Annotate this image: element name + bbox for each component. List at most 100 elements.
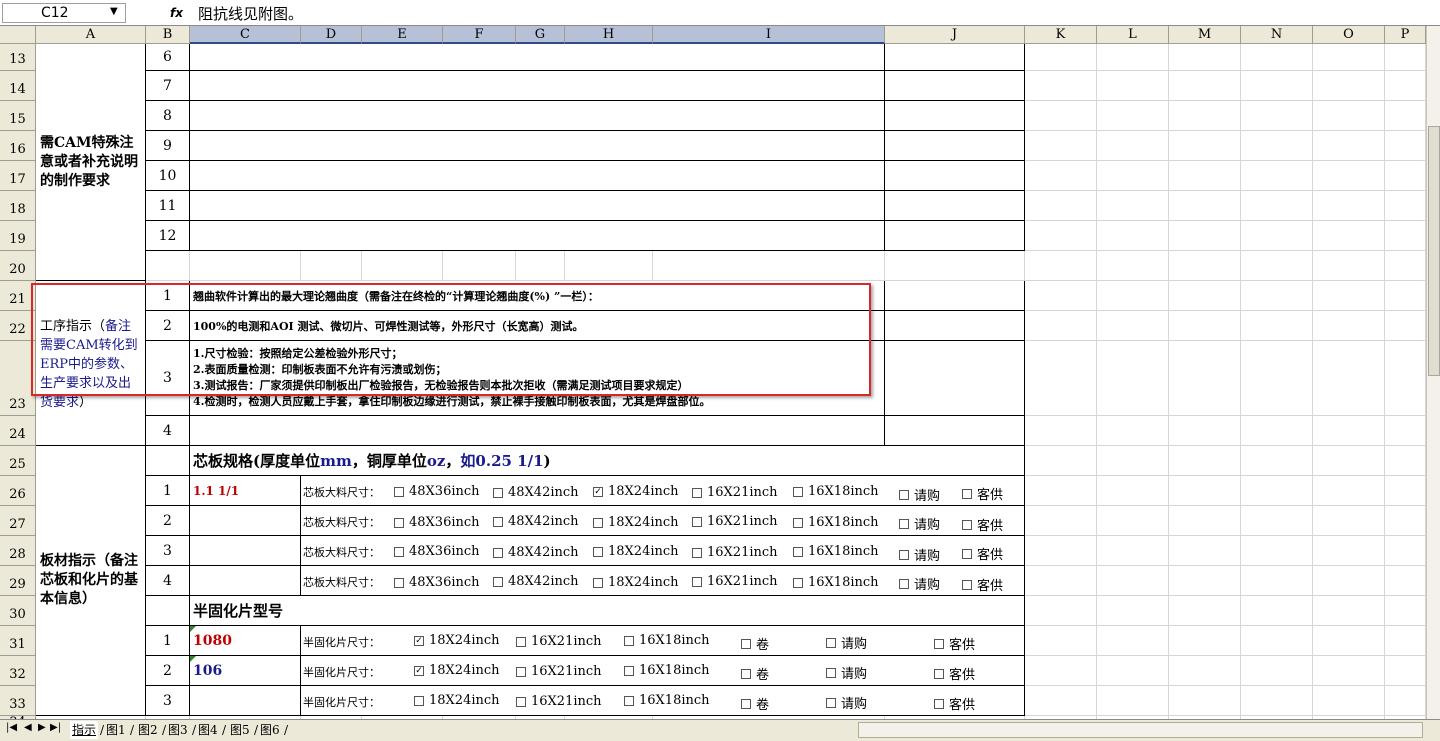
prepreg-size-option[interactable]: 16X18inch: [624, 693, 710, 708]
prepreg-size-option[interactable]: 16X18inch: [624, 663, 710, 678]
column-header-n[interactable]: N: [1241, 26, 1313, 44]
checkbox[interactable]: [493, 516, 503, 527]
checkbox[interactable]: [394, 486, 404, 497]
requirement-input-cell[interactable]: [190, 191, 885, 221]
core-size-option[interactable]: 16X21inch: [692, 514, 778, 529]
core-size-option[interactable]: 16X21inch: [692, 545, 778, 560]
instruction-text-cell[interactable]: 1.尺寸检验：按照给定公差检验外形尺寸； 2.表面质量检测：印制板表面不允许有污渍…: [190, 341, 885, 416]
core-spec-value[interactable]: [190, 536, 301, 566]
core-spec-header[interactable]: 芯板规格(厚度单位 mm ，铜厚单位 oz，如0.25 1/1): [190, 446, 1025, 476]
checkbox[interactable]: [692, 576, 702, 587]
column-header-k[interactable]: K: [1025, 26, 1097, 44]
empty-cell[interactable]: [146, 596, 190, 626]
section-label-process-instructions[interactable]: 工序指示（备注需要CAM转化到ERP中的参数、生产要求以及出货要求）: [36, 281, 146, 446]
core-size-option[interactable]: 客供: [962, 515, 1003, 534]
remark-cell[interactable]: [885, 131, 1025, 161]
prepreg-size-option[interactable]: 卷: [741, 694, 769, 713]
core-size-option[interactable]: 客供: [962, 484, 1003, 503]
checkbox[interactable]: [962, 519, 972, 530]
column-header-f[interactable]: F: [443, 26, 516, 44]
checkbox[interactable]: [793, 577, 803, 588]
spreadsheet-grid[interactable]: A B C D E F G H I J K L M N O P 13 14 15 16 17 18 19 20 21 22 23 24…: [0, 26, 1426, 719]
core-size-options[interactable]: 芯板大料尺寸： 48X36inch 48X42inch 18X24inch 16X21i…: [301, 566, 1025, 596]
checkbox[interactable]: [793, 517, 803, 528]
prepreg-size-option[interactable]: 卷: [741, 664, 769, 683]
row-header-25[interactable]: 25: [0, 446, 36, 476]
prepreg-size-option[interactable]: 请购: [826, 663, 867, 682]
section-label-cam-requirements[interactable]: 需CAM特殊注意或者补充说明的制作要求: [36, 44, 146, 281]
checkbox[interactable]: [826, 667, 836, 678]
prepreg-type-value[interactable]: 106: [190, 656, 301, 686]
item-number[interactable]: 10: [146, 161, 190, 191]
sheet-tab-0[interactable]: 指示: [70, 721, 99, 739]
prepreg-size-option[interactable]: ✓ 18X24inch: [414, 663, 500, 678]
core-size-options[interactable]: 芯板大料尺寸： 48X36inch 48X42inch ✓ 18X24inch 16X21…: [301, 476, 1025, 506]
core-size-option[interactable]: 16X21inch: [692, 485, 778, 500]
prepreg-size-option[interactable]: 请购: [826, 693, 867, 712]
core-size-option[interactable]: 48X36inch: [394, 515, 480, 530]
remark-cell[interactable]: [885, 191, 1025, 221]
row-header-21[interactable]: 21: [0, 281, 36, 311]
row-header-30[interactable]: 30: [0, 596, 36, 626]
checkbox[interactable]: [624, 635, 634, 646]
item-number[interactable]: 3: [146, 686, 190, 716]
row-header-19[interactable]: 19: [0, 221, 36, 251]
empty-cell[interactable]: [146, 446, 190, 476]
sheet-tab-4[interactable]: 图4: [196, 721, 220, 739]
last-sheet-icon[interactable]: ▶|: [50, 722, 61, 733]
checkbox[interactable]: [741, 698, 751, 709]
column-header-p[interactable]: P: [1385, 26, 1426, 44]
checkbox[interactable]: [793, 546, 803, 557]
core-size-option[interactable]: 48X42inch: [493, 514, 579, 529]
sheet-tab-5[interactable]: 图5: [228, 721, 252, 739]
remark-cell[interactable]: [885, 281, 1025, 311]
core-size-option[interactable]: 16X18inch: [793, 575, 879, 590]
item-number[interactable]: 1: [146, 626, 190, 656]
item-number[interactable]: 4: [146, 416, 190, 446]
checkbox[interactable]: ✓: [414, 665, 424, 676]
checkbox[interactable]: [394, 546, 404, 557]
remark-cell[interactable]: [885, 311, 1025, 341]
requirement-input-cell[interactable]: [190, 131, 885, 161]
instruction-text-cell[interactable]: 翘曲软件计算出的最大理论翘曲度（需备注在终检的“计算理论翘曲度(%) ”一栏）：: [190, 281, 885, 311]
checkbox[interactable]: [962, 548, 972, 559]
core-size-option[interactable]: 48X42inch: [493, 485, 579, 500]
column-header-j[interactable]: J: [885, 26, 1025, 44]
checkbox[interactable]: [962, 579, 972, 590]
column-header-o[interactable]: O: [1313, 26, 1385, 44]
checkbox[interactable]: ✓: [593, 486, 603, 497]
column-header-b[interactable]: B: [146, 26, 190, 44]
item-number[interactable]: 6: [146, 44, 190, 71]
core-size-options[interactable]: 芯板大料尺寸： 48X36inch 48X42inch 18X24inch 16X21i…: [301, 536, 1025, 566]
checkbox[interactable]: [826, 697, 836, 708]
remark-cell[interactable]: [885, 44, 1025, 71]
checkbox[interactable]: [899, 489, 909, 500]
checkbox[interactable]: [741, 668, 751, 679]
prepreg-size-options[interactable]: 半固化片尺寸： 18X24inch 16X21inch 16X18inch 卷 请购 客供: [301, 686, 1025, 716]
core-size-option[interactable]: 48X36inch: [394, 575, 480, 590]
row-header-16[interactable]: 16: [0, 131, 36, 161]
core-size-option[interactable]: 48X42inch: [493, 545, 579, 560]
instruction-text-cell[interactable]: 100%的电测和AOI 测试、微切片、可焊性测试等，外形尺寸（长宽高）测试。: [190, 311, 885, 341]
core-size-option[interactable]: 请购: [899, 485, 940, 504]
core-size-option[interactable]: 请购: [899, 574, 940, 593]
prev-sheet-icon[interactable]: ◀: [24, 722, 32, 733]
checkbox[interactable]: [962, 488, 972, 499]
column-header-h[interactable]: H: [565, 26, 653, 44]
column-header-c[interactable]: C: [190, 26, 301, 44]
vertical-scroll-thumb[interactable]: [1428, 126, 1440, 376]
checkbox[interactable]: [493, 576, 503, 587]
section-label-board-material[interactable]: 板材指示（备注芯板和化片的基本信息）: [36, 446, 146, 716]
row-header-15[interactable]: 15: [0, 101, 36, 131]
item-number[interactable]: 11: [146, 191, 190, 221]
requirement-input-cell[interactable]: [190, 221, 885, 251]
checkbox[interactable]: [516, 666, 526, 677]
column-header-d[interactable]: D: [301, 26, 362, 44]
core-size-option[interactable]: ✓ 18X24inch: [593, 484, 679, 499]
row-header-13[interactable]: 13: [0, 44, 36, 71]
horizontal-scrollbar[interactable]: [858, 722, 1423, 738]
core-spec-value[interactable]: [190, 506, 301, 536]
sheet-tab-1[interactable]: 图1: [104, 721, 128, 739]
chevron-down-icon[interactable]: ▼: [110, 3, 118, 21]
row-header-28[interactable]: 28: [0, 536, 36, 566]
